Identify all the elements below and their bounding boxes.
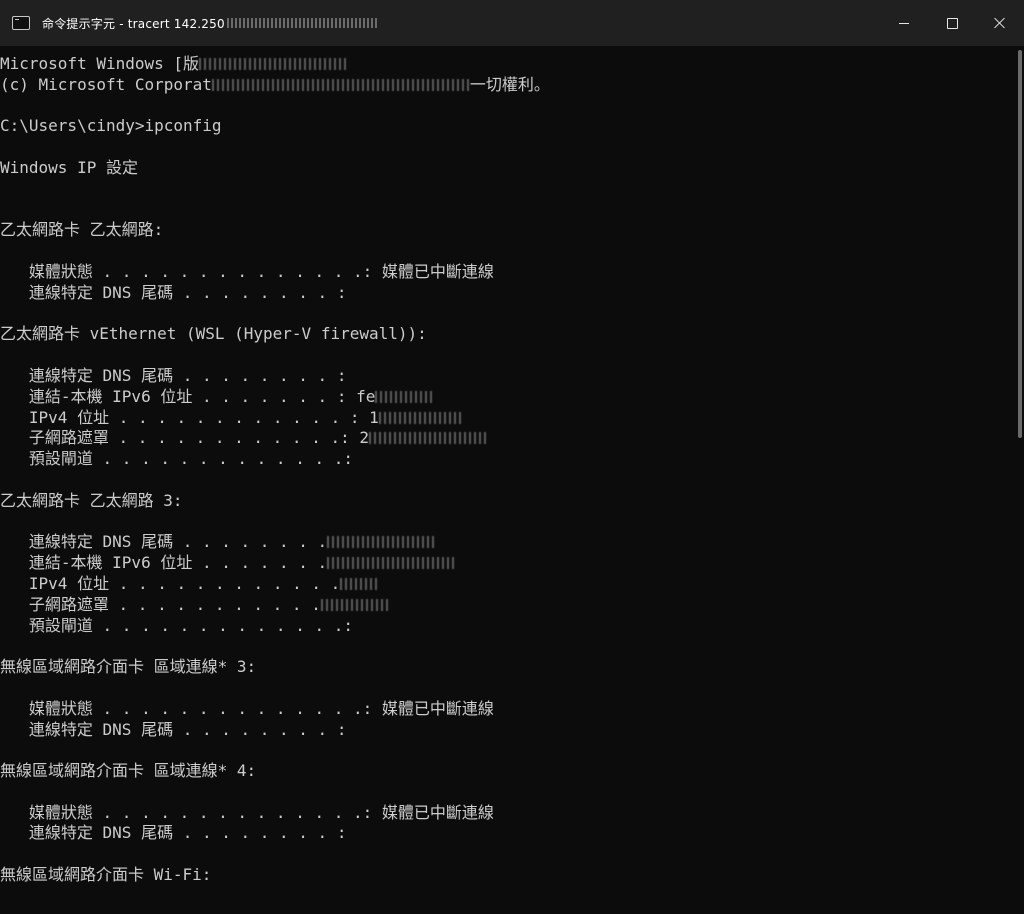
console-line: 連線特定 DNS 尾碼 . . . . . . . . : xyxy=(0,365,347,385)
console-line: IPv4 位址 . . . . . . . . . . . . : 1 xyxy=(0,408,1014,429)
console-line: 預設閘道 . . . . . . . . . . . . .: xyxy=(0,449,353,469)
close-icon xyxy=(994,17,1006,29)
console-line: (c) Microsoft Corporat 一切權利。 xyxy=(0,74,550,94)
maximize-icon xyxy=(946,17,958,29)
console-line: 子網路遮罩 . . . . . . . . . . . xyxy=(0,595,1014,616)
redacted-text xyxy=(320,598,391,611)
console-line: 媒體狀態 . . . . . . . . . . . . . .: 媒體已中斷連… xyxy=(0,261,494,281)
title-redacted-region xyxy=(226,18,377,28)
redacted-text xyxy=(211,78,470,91)
redacted-text xyxy=(340,577,381,590)
console-line: C:\Users\cindy>ipconfig xyxy=(0,116,222,136)
console-line: 媒體狀態 . . . . . . . . . . . . . .: 媒體已中斷連… xyxy=(0,802,494,822)
redacted-text xyxy=(327,557,458,570)
minimize-button[interactable] xyxy=(880,0,928,46)
window-controls xyxy=(880,0,1024,46)
command-prompt-window: 命令提示字元 - tracert 142.250 Microsoft Windo… xyxy=(0,0,1024,914)
vertical-scrollbar[interactable] xyxy=(1014,46,1024,914)
window-title: 命令提示字元 - tracert 142.250 xyxy=(42,16,225,31)
console-line: 無線區域網路介面卡 Wi-Fi: xyxy=(0,865,212,885)
console-output[interactable]: Microsoft Windows [版 (c) Microsoft Corpo… xyxy=(0,54,1014,914)
console-line: Windows IP 設定 xyxy=(0,157,138,177)
console-line: 連線特定 DNS 尾碼 . . . . . . . . : xyxy=(0,719,347,739)
copyright-tail: 一切權利。 xyxy=(469,74,550,94)
console-line: 連線特定 DNS 尾碼 . . . . . . . . xyxy=(0,532,1014,553)
console-line: 子網路遮罩 . . . . . . . . . . . .: 2 xyxy=(0,428,1014,449)
console-line: 連線特定 DNS 尾碼 . . . . . . . . : xyxy=(0,282,347,302)
redacted-text xyxy=(369,432,489,445)
title-bar[interactable]: 命令提示字元 - tracert 142.250 xyxy=(0,0,1024,46)
console-line: 無線區域網路介面卡 區域連線* 3: xyxy=(0,657,257,677)
console-line: 乙太網路卡 乙太網路: xyxy=(0,220,164,240)
console-line: 預設閘道 . . . . . . . . . . . . .: xyxy=(0,615,353,635)
console-line: IPv4 位址 . . . . . . . . . . . . xyxy=(0,574,1014,595)
console-line: 連結-本機 IPv6 位址 . . . . . . . xyxy=(0,553,1014,574)
scrollbar-thumb[interactable] xyxy=(1018,50,1022,438)
console-line: 連結-本機 IPv6 位址 . . . . . . . : fe xyxy=(0,387,1014,408)
redacted-text xyxy=(327,536,438,549)
maximize-button[interactable] xyxy=(928,0,976,46)
terminal-icon xyxy=(12,16,30,30)
console-line: 無線區域網路介面卡 區域連線* 4: xyxy=(0,761,257,781)
console-line: 連線特定 DNS 尾碼 . . . . . . . . : xyxy=(0,823,347,843)
console-line: 乙太網路卡 乙太網路 3: xyxy=(0,490,183,510)
console-line: 乙太網路卡 vEthernet (WSL (Hyper-V firewall))… xyxy=(0,324,427,344)
close-button[interactable] xyxy=(976,0,1024,46)
redacted-text xyxy=(199,58,350,70)
redacted-text xyxy=(375,390,436,403)
console-line: 媒體狀態 . . . . . . . . . . . . . .: 媒體已中斷連… xyxy=(0,698,494,718)
minimize-icon xyxy=(899,22,909,24)
redacted-text xyxy=(378,411,463,424)
console-line: Microsoft Windows [版 xyxy=(0,54,1014,75)
